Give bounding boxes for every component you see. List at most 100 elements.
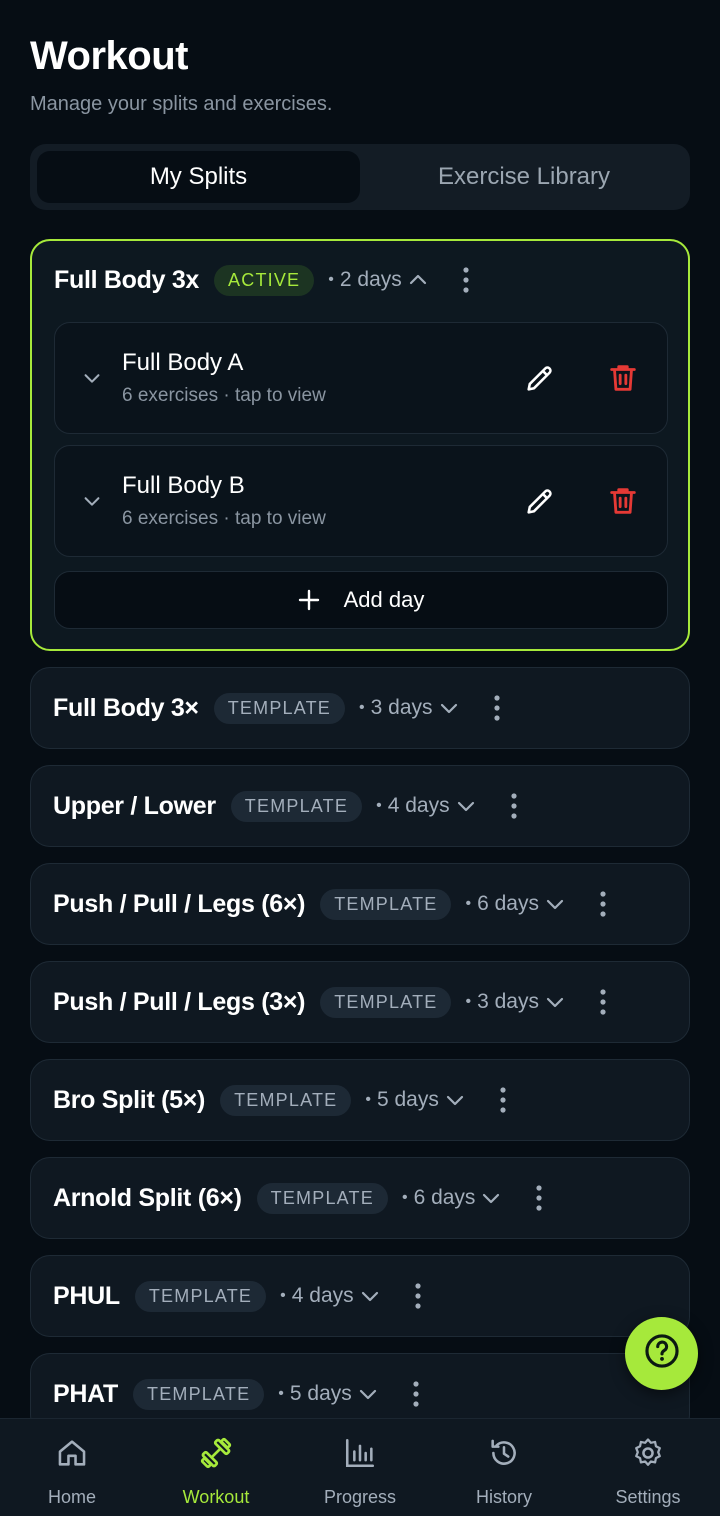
split-days[interactable]: • 5 days [365,1088,466,1112]
template-badge: TEMPLATE [320,986,452,1018]
workout-screen: Workout Manage your splits and exercises… [0,0,720,1516]
split-header[interactable]: Arnold Split (6×) TEMPLATE • 6 days [31,1158,689,1238]
split-header[interactable]: PHUL TEMPLATE • 4 days [31,1256,689,1336]
split-name: Upper / Lower [53,791,216,820]
days-count: 2 days [339,268,402,291]
days-count: 6 days [413,1186,476,1209]
split-days[interactable]: • 4 days [280,1284,381,1308]
bar-chart-icon [343,1435,377,1471]
bottom-nav: Home Workout Progress History Settings [0,1418,720,1516]
split-name: Full Body 3× [53,693,199,722]
template-split-card[interactable]: Arnold Split (6×) TEMPLATE • 6 days [30,1157,690,1239]
more-options-icon[interactable] [456,265,476,295]
help-icon [643,1332,681,1375]
split-name: Bro Split (5×) [53,1085,206,1114]
split-name: PHAT [53,1379,118,1408]
nav-settings[interactable]: Settings [576,1419,720,1516]
chevron-down-icon [443,1088,467,1112]
days-count: 6 days [477,892,539,915]
template-split-card[interactable]: Push / Pull / Legs (6×) TEMPLATE • 6 days [30,863,690,945]
nav-workout[interactable]: Workout [144,1419,288,1516]
split-header[interactable]: Bro Split (5×) TEMPLATE • 5 days [31,1060,689,1140]
nav-progress[interactable]: Progress [288,1419,432,1516]
pencil-icon[interactable] [523,361,557,400]
more-options-icon[interactable] [504,791,524,821]
split-days[interactable]: • 6 days [465,892,566,916]
days-count: 3 days [477,990,539,1013]
template-split-card[interactable]: PHUL TEMPLATE • 4 days [30,1255,690,1337]
template-badge: TEMPLATE [213,692,346,724]
template-split-card[interactable]: Full Body 3× TEMPLATE • 3 days [30,667,690,749]
day-subtitle: 6 exercises · tap to view [122,508,326,529]
tab-exercise-library[interactable]: Exercise Library [364,151,684,203]
template-split-card[interactable]: Push / Pull / Legs (3×) TEMPLATE • 3 days [30,961,690,1043]
chevron-down-icon [543,990,567,1014]
nav-history[interactable]: History [432,1419,576,1516]
dumbbell-icon [198,1435,234,1471]
day-card[interactable]: Full Body A 6 exercises · tap to view [54,322,668,434]
help-button[interactable] [625,1317,698,1390]
template-badge: TEMPLATE [133,1378,265,1410]
active-badge: ACTIVE [214,264,315,296]
days-count: 4 days [291,1284,354,1307]
split-name: Push / Pull / Legs (3×) [53,987,306,1016]
nav-label: Home [47,1487,96,1507]
split-days[interactable]: • 6 days [402,1186,503,1210]
chevron-down-icon [479,1186,503,1210]
chevron-down-icon [454,794,478,818]
chevron-down-icon[interactable] [81,490,103,517]
chevron-down-icon [356,1382,380,1406]
template-split-card[interactable]: Upper / Lower TEMPLATE • 4 days [30,765,690,847]
days-count: 3 days [370,696,433,719]
split-header[interactable]: Full Body 3x ACTIVE • 2 days [32,239,688,321]
page-subtitle: Manage your splits and exercises. [30,93,333,115]
template-badge: TEMPLATE [220,1084,352,1116]
pencil-icon[interactable] [523,484,557,523]
more-options-icon[interactable] [593,889,613,919]
trash-icon[interactable] [606,484,640,523]
more-options-icon[interactable] [529,1183,549,1213]
add-day-button[interactable]: Add day [54,571,668,629]
split-name: PHUL [53,1281,120,1310]
template-badge: TEMPLATE [134,1280,267,1312]
split-header[interactable]: Push / Pull / Legs (6×) TEMPLATE • 6 days [31,864,689,944]
gear-icon [631,1435,665,1471]
more-options-icon[interactable] [408,1281,428,1311]
chevron-down-icon [358,1284,382,1308]
more-options-icon[interactable] [593,987,613,1017]
nav-label: Settings [615,1487,681,1507]
nav-label: Progress [323,1487,397,1507]
split-days[interactable]: • 3 days [465,990,566,1014]
tab-my-splits[interactable]: My Splits [37,151,360,203]
days-count: 4 days [387,794,450,817]
days-count: 5 days [376,1088,439,1111]
template-badge: TEMPLATE [230,790,363,822]
history-icon [487,1435,521,1471]
chevron-down-icon [437,696,461,720]
split-days[interactable]: • 2 days [328,268,429,292]
split-days[interactable]: • 5 days [278,1382,379,1406]
day-title: Full Body B [122,472,245,499]
split-header[interactable]: Full Body 3× TEMPLATE • 3 days [31,668,689,748]
chevron-down-icon[interactable] [81,367,103,394]
split-header[interactable]: Upper / Lower TEMPLATE • 4 days [31,766,689,846]
split-days[interactable]: • 4 days [376,794,477,818]
day-card[interactable]: Full Body B 6 exercises · tap to view [54,445,668,557]
more-options-icon[interactable] [493,1085,513,1115]
more-options-icon[interactable] [487,693,507,723]
nav-label: History [475,1487,532,1507]
chevron-down-icon [543,892,567,916]
trash-icon[interactable] [606,361,640,400]
split-name: Full Body 3x [54,265,200,294]
template-split-card[interactable]: Bro Split (5×) TEMPLATE • 5 days [30,1059,690,1141]
split-days[interactable]: • 3 days [359,696,460,720]
nav-home[interactable]: Home [0,1419,144,1516]
more-options-icon[interactable] [406,1379,426,1409]
split-header[interactable]: Push / Pull / Legs (3×) TEMPLATE • 3 days [31,962,689,1042]
add-day-label: Add day [343,587,425,612]
chevron-up-icon [406,268,430,292]
split-name: Arnold Split (6×) [53,1183,242,1212]
day-subtitle: 6 exercises · tap to view [122,385,326,406]
home-icon [55,1435,89,1471]
plus-icon [298,589,320,611]
